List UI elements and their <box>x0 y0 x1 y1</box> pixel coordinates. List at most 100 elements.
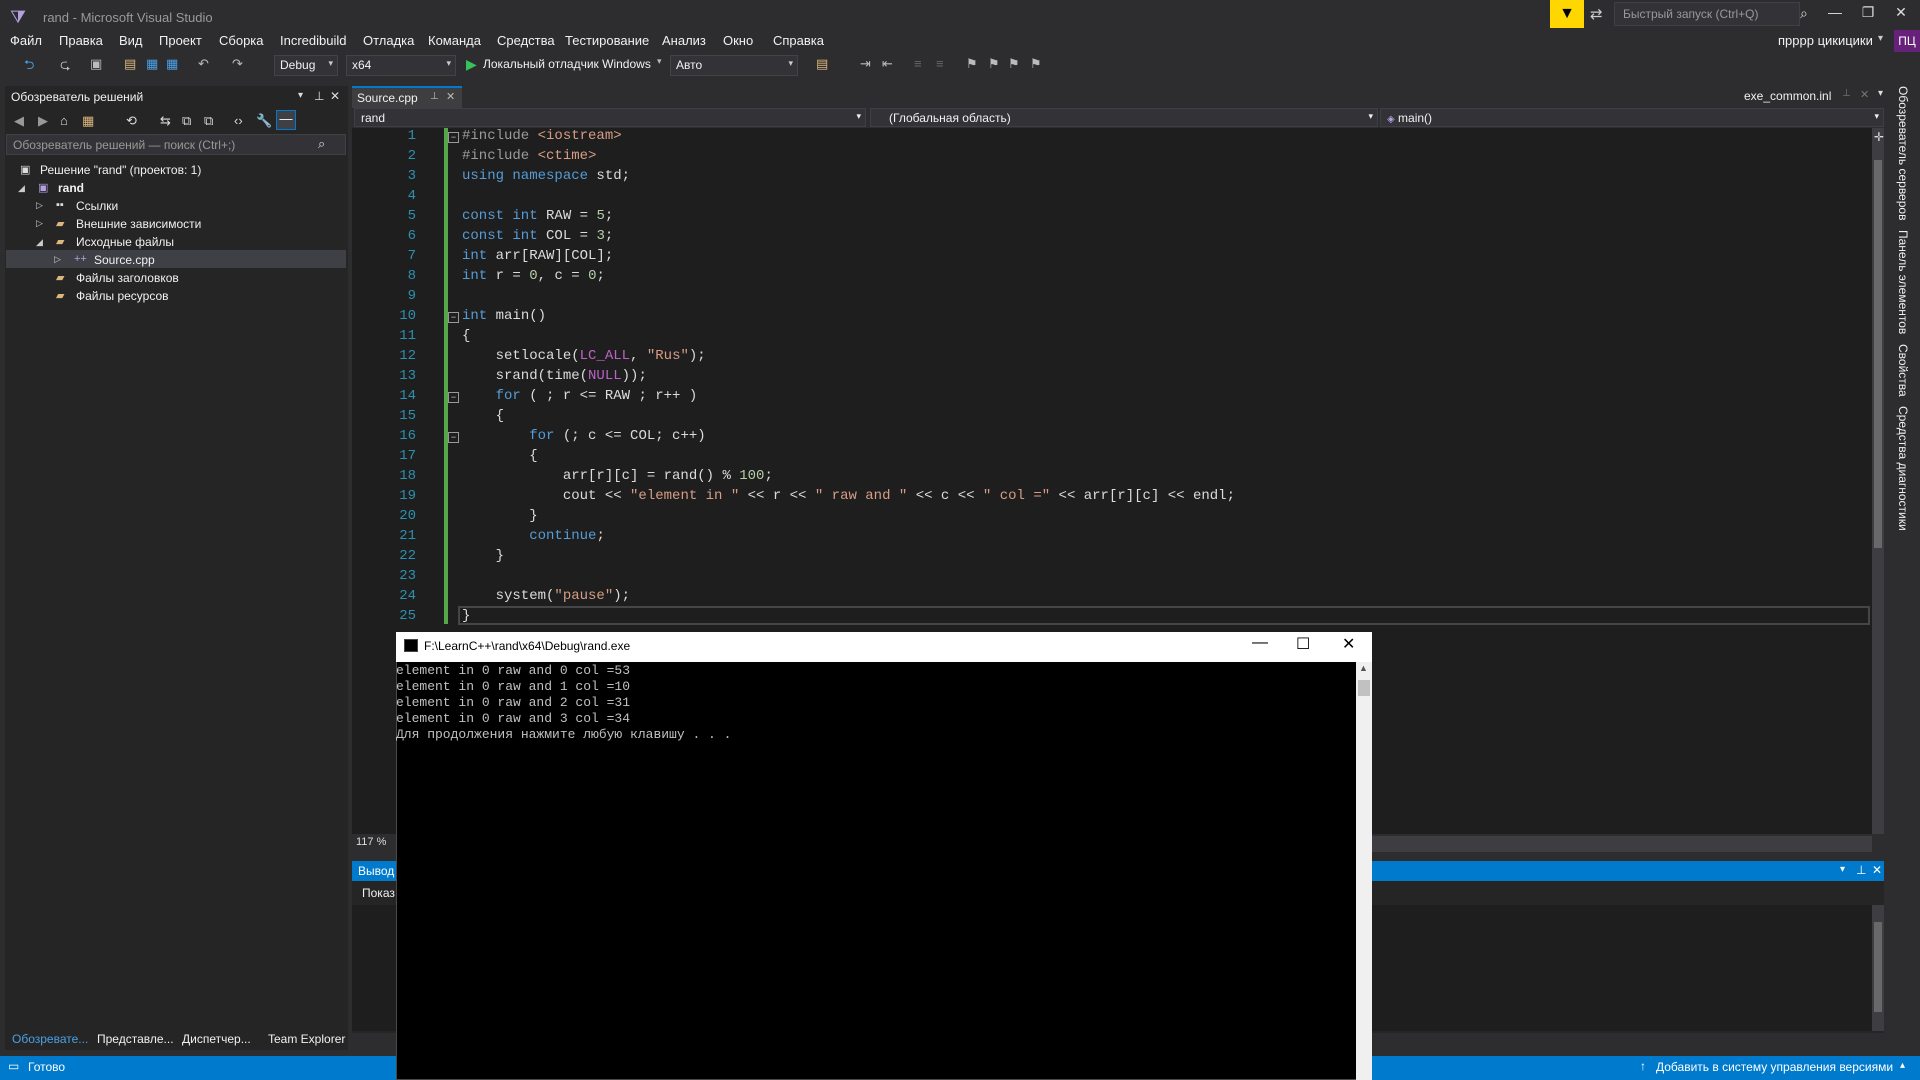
restore-button[interactable]: ❐ <box>1853 4 1883 26</box>
scrollbar-thumb[interactable] <box>1358 680 1370 696</box>
forward-icon[interactable]: ▶ <box>38 113 48 129</box>
save-icon[interactable]: ▦ <box>146 56 158 72</box>
home-icon[interactable]: ⌂ <box>60 113 68 128</box>
dropdown-icon[interactable]: ▾ <box>1840 864 1845 875</box>
close-icon[interactable]: ✕ <box>330 89 340 103</box>
save-all-icon[interactable]: ▦ <box>166 56 178 72</box>
avatar[interactable]: ПЦ <box>1894 30 1920 52</box>
menu-window[interactable]: Окно <box>723 33 753 48</box>
menu-build[interactable]: Сборка <box>219 33 264 48</box>
menu-debug[interactable]: Отладка <box>363 33 414 48</box>
comment-icon[interactable]: ≡ <box>914 56 922 71</box>
show-all-files-icon[interactable]: ⧉ <box>204 113 213 129</box>
maximize-button[interactable]: ☐ <box>1296 634 1310 654</box>
close-icon[interactable]: ✕ <box>1872 863 1882 877</box>
tab-team-explorer[interactable]: Team Explorer <box>268 1032 345 1046</box>
search-icon[interactable]: ⌕ <box>1800 5 1808 22</box>
pin-icon[interactable]: ⊥ <box>1856 863 1866 877</box>
menu-tools[interactable]: Средства <box>497 33 555 48</box>
rail-toolbox[interactable]: Панель элементов <box>1896 230 1910 334</box>
menu-edit[interactable]: Правка <box>59 33 103 48</box>
chevron-down-icon[interactable]: ▾ <box>1878 88 1883 99</box>
tab-exe-common[interactable]: exe_common.inl <box>1744 89 1831 103</box>
menu-incredibuild[interactable]: Incredibuild <box>280 33 347 48</box>
output-panel-title[interactable]: Вывод <box>358 864 394 878</box>
tree-item-source-cpp[interactable]: Source.cpp <box>94 253 155 267</box>
nav-project-select[interactable]: rand ▾ <box>354 108 866 127</box>
open-file-icon[interactable]: ▤ <box>124 56 136 72</box>
close-button[interactable]: ✕ <box>1342 634 1355 654</box>
redo-icon[interactable]: ↷ <box>232 56 243 72</box>
zoom-level[interactable]: 117 % <box>356 836 386 848</box>
collapse-all-icon[interactable]: ⧉ <box>182 113 191 129</box>
tree-item-references[interactable]: Ссылки <box>76 199 118 213</box>
properties-icon[interactable]: 🔧 <box>256 113 272 129</box>
switch-views-icon[interactable]: ▦ <box>82 113 94 129</box>
prev-bookmark-icon[interactable]: ⚑ <box>988 56 1000 72</box>
clear-bookmarks-icon[interactable]: ⚑ <box>1030 56 1042 72</box>
fold-toggle-icon[interactable]: − <box>448 312 459 323</box>
fold-toggle-icon[interactable]: − <box>448 432 459 443</box>
pin-icon[interactable]: ⊥ <box>430 91 439 102</box>
sync-icon[interactable]: ⇆ <box>160 113 171 129</box>
scroll-up-icon[interactable]: ▲ <box>1359 663 1368 673</box>
collapse-arrow-icon[interactable]: ▷ <box>36 200 43 211</box>
tab-solution-explorer[interactable]: Обозревате... <box>12 1032 88 1046</box>
expand-arrow-icon[interactable]: ◢ <box>18 183 25 194</box>
rail-properties[interactable]: Свойства <box>1896 344 1910 397</box>
chevron-down-icon[interactable]: ▾ <box>1878 33 1883 44</box>
split-icon[interactable]: ✛ <box>1874 130 1884 144</box>
close-icon[interactable]: ✕ <box>446 90 455 103</box>
nav-member-select[interactable]: ◈ main() ▾ <box>1380 108 1884 127</box>
console-scrollbar[interactable] <box>1356 662 1372 1080</box>
play-icon[interactable]: ▶ <box>466 56 477 73</box>
find-in-files-icon[interactable]: ▤ <box>816 56 828 72</box>
uncomment-icon[interactable]: ≡ <box>936 56 944 71</box>
menu-file[interactable]: Файл <box>10 33 42 48</box>
mode-select[interactable]: Авто ▾ <box>670 55 798 76</box>
menu-project[interactable]: Проект <box>159 33 202 48</box>
chevron-up-icon[interactable]: ▴ <box>1900 1060 1905 1071</box>
start-debugger-button[interactable]: Локальный отладчик Windows <box>483 57 651 71</box>
tree-item-project[interactable]: rand <box>58 181 84 195</box>
scrollbar-thumb[interactable] <box>1874 922 1882 1012</box>
feedback-icon[interactable]: ⇄ <box>1590 5 1603 23</box>
pending-changes-icon[interactable]: ⟲ <box>126 113 137 129</box>
rail-server-explorer[interactable]: Обозреватель серверов <box>1896 86 1910 220</box>
tree-item-external-deps[interactable]: Внешние зависимости <box>76 217 201 231</box>
fold-toggle-icon[interactable]: − <box>448 132 459 143</box>
code-view-icon[interactable]: ‹› <box>234 113 243 128</box>
menu-analyze[interactable]: Анализ <box>662 33 706 48</box>
expand-arrow-icon[interactable]: ◢ <box>36 237 43 248</box>
bookmark-icon[interactable]: ⚑ <box>966 56 978 72</box>
outdent-icon[interactable]: ⇤ <box>882 56 893 72</box>
minimize-button[interactable]: — <box>1252 634 1268 652</box>
menu-view[interactable]: Вид <box>119 33 143 48</box>
minimize-button[interactable]: — <box>1820 4 1850 26</box>
chevron-down-icon[interactable]: ▾ <box>657 56 662 67</box>
nav-scope-select[interactable]: (Глобальная область) ▾ <box>870 108 1378 127</box>
indent-icon[interactable]: ⇥ <box>860 56 871 72</box>
editor-horizontal-scrollbar[interactable] <box>1372 836 1872 852</box>
add-to-source-control-button[interactable]: Добавить в систему управления версиями <box>1656 1060 1893 1074</box>
tree-item-source-files[interactable]: Исходные файлы <box>76 235 174 249</box>
tab-class-view[interactable]: Представле... <box>97 1032 174 1046</box>
forward-icon[interactable]: ⮎ <box>60 56 70 78</box>
pin-icon[interactable]: ⊥ <box>314 89 324 103</box>
close-icon[interactable]: ✕ <box>1860 88 1869 101</box>
quick-launch-input[interactable]: Быстрый запуск (Ctrl+Q) <box>1614 2 1800 26</box>
tree-item-solution[interactable]: Решение "rand" (проектов: 1) <box>40 163 201 177</box>
filter-notification-icon[interactable]: ▼ <box>1550 0 1584 28</box>
next-bookmark-icon[interactable]: ⚑ <box>1008 56 1020 72</box>
platform-select[interactable]: x64 ▾ <box>346 55 456 76</box>
config-select[interactable]: Debug ▾ <box>274 55 338 76</box>
collapse-arrow-icon[interactable]: ▷ <box>54 254 61 265</box>
close-button[interactable]: ✕ <box>1886 4 1916 26</box>
preview-icon[interactable]: — <box>276 110 296 130</box>
tab-source-cpp[interactable]: Source.cpp ⊥ ✕ <box>352 86 462 108</box>
dropdown-icon[interactable]: ▾ <box>298 90 303 101</box>
search-icon[interactable]: ⌕ <box>318 136 325 152</box>
fold-toggle-icon[interactable]: − <box>448 392 459 403</box>
pin-icon[interactable]: ⊥ <box>1842 88 1851 99</box>
rail-diagnostics[interactable]: Средства диагностики <box>1896 406 1910 531</box>
